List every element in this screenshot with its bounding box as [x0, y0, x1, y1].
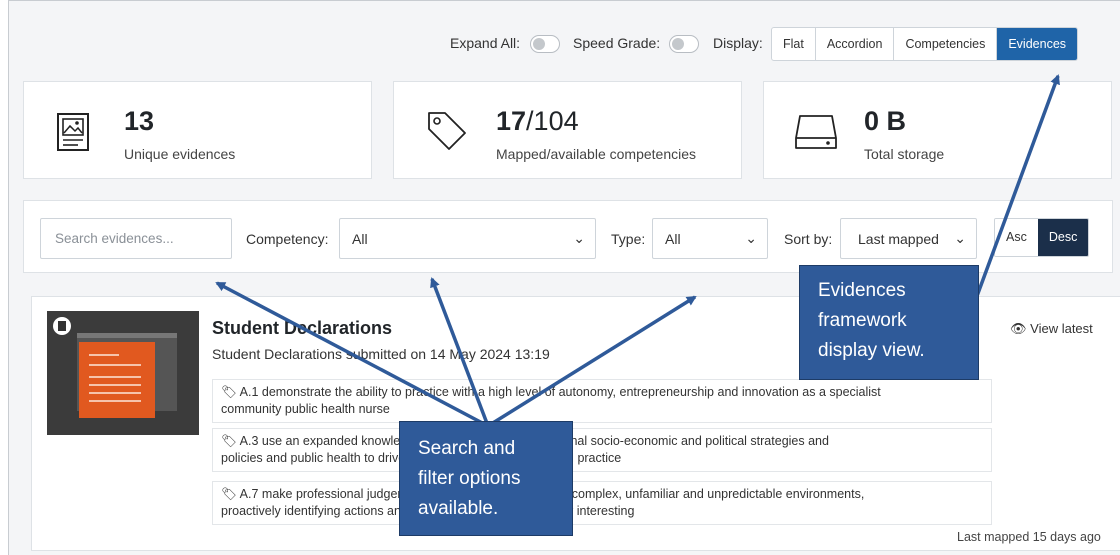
tag-text: community public health nurse: [221, 402, 390, 416]
hard-drive-icon: [795, 115, 837, 149]
sort-asc-button[interactable]: Asc: [995, 219, 1038, 256]
display-evidences-button[interactable]: Evidences: [997, 28, 1078, 60]
image-document-icon: [57, 113, 89, 151]
sort-desc-button[interactable]: Desc: [1037, 219, 1089, 256]
display-accordion-button[interactable]: Accordion: [816, 28, 895, 60]
thumbnail-document: [79, 342, 155, 418]
callout-line: available.: [418, 498, 499, 519]
display-toolbar: Expand All: Speed Grade: Display: Flat A…: [9, 23, 1120, 63]
sort-by-label: Sort by:: [784, 231, 833, 247]
display-flat-button[interactable]: Flat: [772, 28, 816, 60]
tag-icon: 🏷: [221, 434, 237, 448]
stat-card-competencies: 17/104 Mapped/available competencies: [393, 81, 742, 179]
stat-label: Total storage: [864, 146, 945, 162]
competency-select[interactable]: All ⌄: [339, 218, 596, 259]
sort-order-switch: Asc Desc: [994, 218, 1090, 257]
filter-bar: Search evidences... Competency: All ⌄ Ty…: [23, 200, 1113, 273]
display-mode-switch: Flat Accordion Competencies Evidences: [771, 27, 1079, 61]
callout-search-filter: Search and filter options available.: [399, 421, 573, 536]
callout-line: framework: [818, 310, 907, 331]
tag-icon: 🏷: [221, 385, 237, 399]
stat-value: 0 B: [864, 106, 907, 136]
sort-selected-value: Last mapped: [858, 231, 939, 247]
evidence-title[interactable]: Student Declarations: [212, 318, 392, 339]
type-selected-value: All: [665, 231, 681, 247]
view-latest-label: View latest: [1030, 321, 1093, 336]
display-label: Display:: [713, 35, 763, 51]
stat-card-evidences: 13 Unique evidences: [23, 81, 372, 179]
speed-grade-toggle[interactable]: [669, 35, 699, 53]
competency-tag[interactable]: 🏷 A.7 make professional judgements and d…: [212, 481, 992, 525]
tag-text: A.1 demonstrate the ability to practice …: [239, 385, 881, 399]
chevron-down-icon: ⌄: [573, 230, 585, 246]
callout-line: filter options: [418, 468, 521, 489]
callout-line: Search and: [418, 438, 516, 459]
sort-select[interactable]: Last mapped ⌄: [840, 218, 977, 259]
search-evidences-input[interactable]: Search evidences...: [40, 218, 232, 259]
stat-label: Mapped/available competencies: [496, 146, 697, 162]
view-latest-link[interactable]: 👁 View latest: [1010, 321, 1093, 337]
chevron-down-icon: ⌄: [745, 230, 757, 246]
type-label: Type:: [611, 231, 646, 247]
evidence-thumbnail[interactable]: [47, 311, 199, 435]
competency-selected-value: All: [352, 231, 368, 247]
toggle-knob: [672, 38, 684, 50]
expand-all-label: Expand All:: [450, 35, 521, 51]
toggle-knob: [533, 38, 545, 50]
competency-tag[interactable]: 🏷 A.1 demonstrate the ability to practic…: [212, 379, 992, 423]
speed-grade-label: Speed Grade:: [573, 35, 661, 51]
stat-card-storage: 0 B Total storage: [763, 81, 1112, 179]
eye-icon: 👁: [1010, 321, 1027, 336]
callout-line: display view.: [818, 340, 925, 361]
expand-all-toggle[interactable]: [530, 35, 560, 53]
file-icon: [53, 317, 71, 335]
stat-label: Unique evidences: [124, 146, 236, 162]
callout-line: Evidences: [818, 280, 906, 301]
stat-value: 13: [124, 106, 155, 136]
tag-icon: [428, 112, 466, 150]
chevron-down-icon: ⌄: [954, 230, 966, 246]
callout-evidences-view: Evidences framework display view.: [799, 265, 979, 380]
evidence-subtitle: Student Declarations submitted on 14 May…: [212, 346, 550, 362]
tag-icon: 🏷: [221, 487, 237, 501]
last-mapped-text: Last mapped 15 days ago: [957, 530, 1101, 544]
stat-value: 17/104: [496, 106, 579, 136]
display-competencies-button[interactable]: Competencies: [894, 28, 998, 60]
competency-label: Competency:: [246, 231, 329, 247]
type-select[interactable]: All ⌄: [652, 218, 768, 259]
competency-tag[interactable]: 🏷 A.3 use an expanded knowledge of local…: [212, 428, 992, 472]
